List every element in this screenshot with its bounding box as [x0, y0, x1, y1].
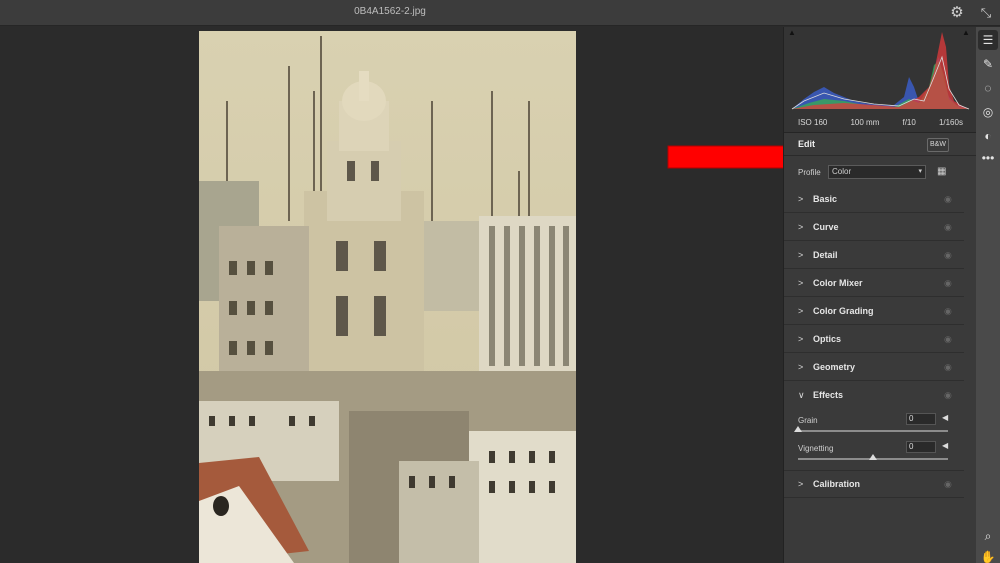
- section-optics[interactable]: > Optics ◉: [784, 326, 964, 353]
- aperture-value: f/10: [902, 118, 916, 127]
- section-effects[interactable]: ∨ Effects ◉: [784, 382, 964, 409]
- section-geometry[interactable]: > Geometry ◉: [784, 354, 964, 381]
- section-title: Calibration: [813, 479, 861, 489]
- chevron-down-icon: ∨: [798, 390, 805, 400]
- reset-arrow-icon[interactable]: ◀: [942, 413, 948, 422]
- vignetting-label: Vignetting: [798, 444, 834, 453]
- section-detail[interactable]: > Detail ◉: [784, 242, 964, 269]
- section-color-grading[interactable]: > Color Grading ◉: [784, 298, 964, 325]
- presets-icon[interactable]: ◐: [978, 126, 998, 146]
- eye-icon[interactable]: ◉: [944, 306, 952, 317]
- chevron-right-icon: >: [798, 250, 804, 260]
- shutter-speed-value: 1/160s: [938, 118, 963, 127]
- exif-info: ISO 160 100 mm f/10 1/160s: [784, 113, 977, 133]
- grain-slider-row: Grain 0 ◀: [784, 413, 964, 444]
- section-curve[interactable]: > Curve ◉: [784, 214, 964, 241]
- vignetting-value-field[interactable]: 0: [906, 441, 936, 453]
- section-basic[interactable]: > Basic ◉: [784, 186, 964, 213]
- highlight-clipping-icon[interactable]: ▲: [962, 29, 972, 37]
- edit-sliders-icon[interactable]: ☰: [978, 30, 998, 50]
- gear-icon[interactable]: ⚙: [948, 4, 966, 22]
- eye-icon[interactable]: ◉: [944, 362, 952, 373]
- red-eye-icon[interactable]: ◎: [978, 102, 998, 122]
- grain-value-field[interactable]: 0: [906, 413, 936, 425]
- profile-value: Color: [832, 167, 852, 176]
- edit-title: Edit: [798, 139, 815, 149]
- grain-slider-thumb[interactable]: [794, 426, 802, 432]
- image-canvas[interactable]: [0, 27, 783, 563]
- tool-strip: ☰ ✎ ◌ ◎ ◐ ••• ⌕ ✋: [976, 27, 1000, 563]
- collapse-icon[interactable]: ⤡: [977, 4, 995, 22]
- reset-arrow-icon[interactable]: ◀: [942, 441, 948, 450]
- focal-length-value: 100 mm: [850, 118, 880, 127]
- bw-button[interactable]: B&W: [927, 138, 949, 152]
- chevron-right-icon: >: [798, 479, 804, 489]
- chevron-right-icon: >: [798, 222, 804, 232]
- chevron-right-icon: >: [798, 306, 804, 316]
- eye-icon[interactable]: ◉: [944, 334, 952, 345]
- section-title: Color Mixer: [813, 278, 863, 288]
- vignetting-slider-row: Vignetting 0 ◀: [784, 441, 964, 471]
- iso-value: ISO 160: [798, 118, 828, 127]
- chevron-right-icon: >: [798, 194, 804, 204]
- section-title: Effects: [813, 390, 844, 400]
- grain-slider-track[interactable]: [798, 430, 948, 432]
- section-title: Geometry: [813, 362, 856, 372]
- eye-icon[interactable]: ◉: [944, 250, 952, 261]
- eye-icon[interactable]: ◉: [944, 479, 952, 490]
- profile-row: Profile Color ▾ ▦: [784, 161, 977, 183]
- photo-preview: [199, 31, 576, 563]
- grain-label: Grain: [798, 416, 818, 425]
- edit-header: Edit B&W: [784, 134, 977, 156]
- section-title: Curve: [813, 222, 839, 232]
- profile-browser-icon[interactable]: ▦: [937, 166, 949, 178]
- profile-label: Profile: [798, 168, 821, 177]
- profile-dropdown[interactable]: Color ▾: [828, 165, 926, 179]
- chevron-right-icon: >: [798, 278, 804, 288]
- histogram-graph: [791, 32, 970, 110]
- camera-raw-window: 0B4A1562-2.jpg ⚙ ⤡ ▲ ▲ ISO 160 100 mm f/…: [0, 0, 1000, 563]
- section-calibration[interactable]: > Calibration ◉: [784, 471, 964, 498]
- eye-icon[interactable]: ◉: [944, 194, 952, 205]
- chevron-right-icon: >: [798, 362, 804, 372]
- section-title: Detail: [813, 250, 838, 260]
- healing-icon[interactable]: ✎: [978, 54, 998, 74]
- eye-icon[interactable]: ◉: [944, 390, 952, 401]
- section-title: Optics: [813, 334, 842, 344]
- chevron-down-icon: ▾: [918, 168, 922, 175]
- vignetting-slider-thumb[interactable]: [869, 454, 877, 460]
- histogram: ▲ ▲: [784, 27, 977, 113]
- hand-icon[interactable]: ✋: [978, 547, 998, 563]
- window-title: 0B4A1562-2.jpg: [354, 6, 426, 17]
- cityscape-photo: [199, 31, 576, 563]
- shadow-clipping-icon[interactable]: ▲: [788, 29, 798, 37]
- masking-icon[interactable]: ◌: [978, 78, 998, 98]
- more-options-icon[interactable]: •••: [978, 148, 998, 168]
- section-color-mixer[interactable]: > Color Mixer ◉: [784, 270, 964, 297]
- chevron-right-icon: >: [798, 334, 804, 344]
- eye-icon[interactable]: ◉: [944, 278, 952, 289]
- title-bar: 0B4A1562-2.jpg ⚙ ⤡: [0, 0, 1000, 26]
- eye-icon[interactable]: ◉: [944, 222, 952, 233]
- section-title: Basic: [813, 194, 838, 204]
- edit-panel: ▲ ▲ ISO 160 100 mm f/10 1/160s Edit B&W …: [783, 27, 977, 563]
- section-title: Color Grading: [813, 306, 874, 316]
- zoom-icon[interactable]: ⌕: [978, 526, 998, 546]
